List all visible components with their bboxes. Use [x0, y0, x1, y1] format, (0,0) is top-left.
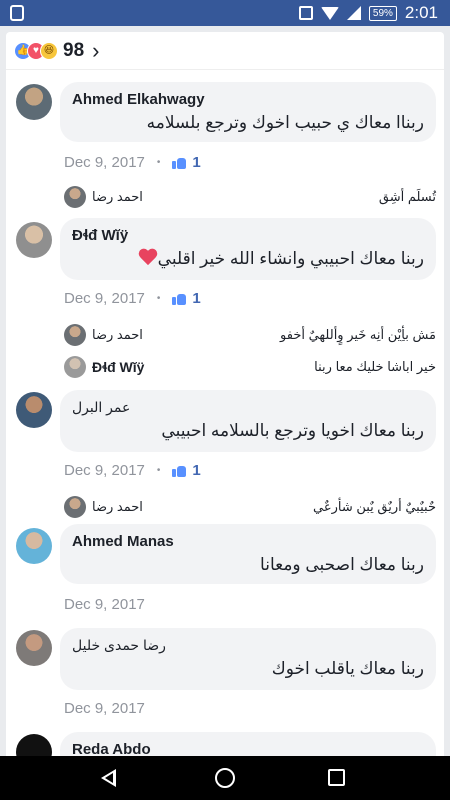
avatar[interactable] — [16, 528, 52, 564]
comment-bubble[interactable]: Ahmed Manas ربنا معاك اصحبى ومعانا — [60, 524, 436, 584]
comment-author[interactable]: Ɖɬđ Wĭÿ — [72, 226, 424, 245]
recent-apps-icon[interactable] — [328, 769, 345, 786]
reply-author[interactable]: احمد رضا — [92, 327, 143, 343]
comment-date: Dec 9, 2017 — [64, 154, 145, 171]
status-bar: 59% 2:01 — [0, 0, 450, 26]
comment-author[interactable]: عمر البرل — [72, 398, 424, 417]
heart-icon — [138, 249, 158, 267]
avatar[interactable] — [16, 630, 52, 666]
comments-panel: 👍 ♥ 😆 98 › Ahmed Elkahwagy ربناا معاك ي … — [6, 32, 444, 756]
signal-icon — [346, 6, 361, 20]
comment-text: ربنا معاك ياقلب اخوك — [271, 659, 424, 678]
comment-author[interactable]: Ahmed Elkahwagy — [72, 90, 424, 109]
navigation-bar — [0, 756, 450, 800]
comment-text: ربنا معاك اخويا وترجع بالسلامه احبيبي — [161, 421, 424, 440]
comment-author[interactable]: Reda Abdo — [72, 740, 424, 756]
comment-date: Dec 9, 2017 — [64, 700, 145, 717]
comment-bubble[interactable]: Ahmed Elkahwagy ربناا معاك ي حبيب اخوك و… — [60, 82, 436, 142]
reply-text: حٌبيٌبيٌ أريٌق يٌبن شأرعٌي — [313, 499, 436, 514]
reply-avatar[interactable] — [64, 324, 86, 346]
comment-bubble[interactable]: Ɖɬđ Wĭÿ ربنا معاك احبيبي وانشاء الله خير… — [60, 218, 436, 280]
comment-author[interactable]: Ahmed Manas — [72, 532, 424, 551]
separator-dot: • — [156, 293, 161, 304]
comment-date: Dec 9, 2017 — [64, 596, 145, 613]
avatar[interactable] — [16, 734, 52, 756]
reply-text: تُسلَم أشِق — [378, 189, 436, 204]
comment-meta: Dec 9, 2017 — [64, 700, 145, 717]
comment-text: ربنا معاك احبيبي وانشاء الله خير اقلبي — [157, 249, 424, 268]
reply-item[interactable]: احمد رضا حٌبيٌبيٌ أريٌق يٌبن شأرعٌي — [64, 494, 436, 520]
reply-avatar[interactable] — [64, 356, 86, 378]
wifi-icon — [320, 6, 339, 20]
reply-text: خير اباشا خليك معا ربنا — [314, 359, 436, 374]
avatar[interactable] — [16, 84, 52, 120]
reply-author[interactable]: احمد رضا — [92, 189, 143, 205]
reply-avatar[interactable] — [64, 186, 86, 208]
like-count[interactable]: 1 — [192, 154, 200, 171]
comment-text: ربناا معاك ي حبيب اخوك وترجع بلسلامه — [146, 113, 424, 132]
reply-author[interactable]: احمد رضا — [92, 499, 143, 515]
like-count[interactable]: 1 — [192, 462, 200, 479]
reply-item[interactable]: احمد رضا تُسلَم أشِق — [64, 184, 436, 210]
avatar[interactable] — [16, 392, 52, 428]
back-icon[interactable] — [101, 769, 116, 787]
reply-author[interactable]: Ɖɬđ Wĭÿ — [92, 359, 144, 375]
reply-item[interactable]: احمد رضا مَش بأِيْن أنِه خَير وٍأللهيٌ أ… — [64, 322, 436, 348]
vibrate-icon — [298, 6, 313, 20]
avatar[interactable] — [16, 222, 52, 258]
comment-text: ربنا معاك اصحبى ومعانا — [260, 555, 424, 574]
clock: 2:01 — [404, 3, 438, 22]
battery-icon: 59% — [368, 5, 397, 21]
comment-author[interactable]: رضا حمدى خليل — [72, 636, 424, 655]
reaction-count: 98 — [63, 39, 85, 61]
comment-date: Dec 9, 2017 — [64, 462, 145, 479]
comment-bubble[interactable]: عمر البرل ربنا معاك اخويا وترجع بالسلامه… — [60, 390, 436, 452]
status-icons: 59% 2:01 — [298, 2, 438, 24]
home-icon[interactable] — [215, 768, 235, 788]
like-thumb-icon[interactable] — [172, 293, 187, 305]
like-thumb-icon[interactable] — [172, 465, 187, 477]
comment-bubble[interactable]: Reda Abdo — [60, 732, 436, 756]
reactions-bar[interactable]: 👍 ♥ 😆 98 › — [6, 32, 444, 70]
separator-dot: • — [156, 157, 161, 168]
app-area: 👍 ♥ 😆 98 › Ahmed Elkahwagy ربناا معاك ي … — [0, 26, 450, 756]
comment-text-row: ربنا معاك احبيبي وانشاء الله خير اقلبي — [72, 247, 424, 271]
comment-meta: Dec 9, 2017 • 1 — [64, 462, 201, 479]
comment-meta: Dec 9, 2017 • 1 — [64, 154, 201, 171]
reply-text: مَش بأِيْن أنِه خَير وٍأللهيٌ أخفو — [280, 327, 436, 342]
comment-date: Dec 9, 2017 — [64, 290, 145, 307]
comment-meta: Dec 9, 2017 • 1 — [64, 290, 201, 307]
like-count[interactable]: 1 — [192, 290, 200, 307]
facebook-notification-icon — [10, 5, 24, 21]
haha-icon: 😆 — [40, 41, 58, 60]
reply-avatar[interactable] — [64, 496, 86, 518]
comment-meta: Dec 9, 2017 — [64, 596, 145, 613]
chevron-right-icon: › — [92, 37, 100, 63]
comment-bubble[interactable]: رضا حمدى خليل ربنا معاك ياقلب اخوك — [60, 628, 436, 690]
separator-dot: • — [156, 465, 161, 476]
reply-item[interactable]: Ɖɬđ Wĭÿ خير اباشا خليك معا ربنا — [64, 354, 436, 380]
like-thumb-icon[interactable] — [172, 157, 187, 169]
